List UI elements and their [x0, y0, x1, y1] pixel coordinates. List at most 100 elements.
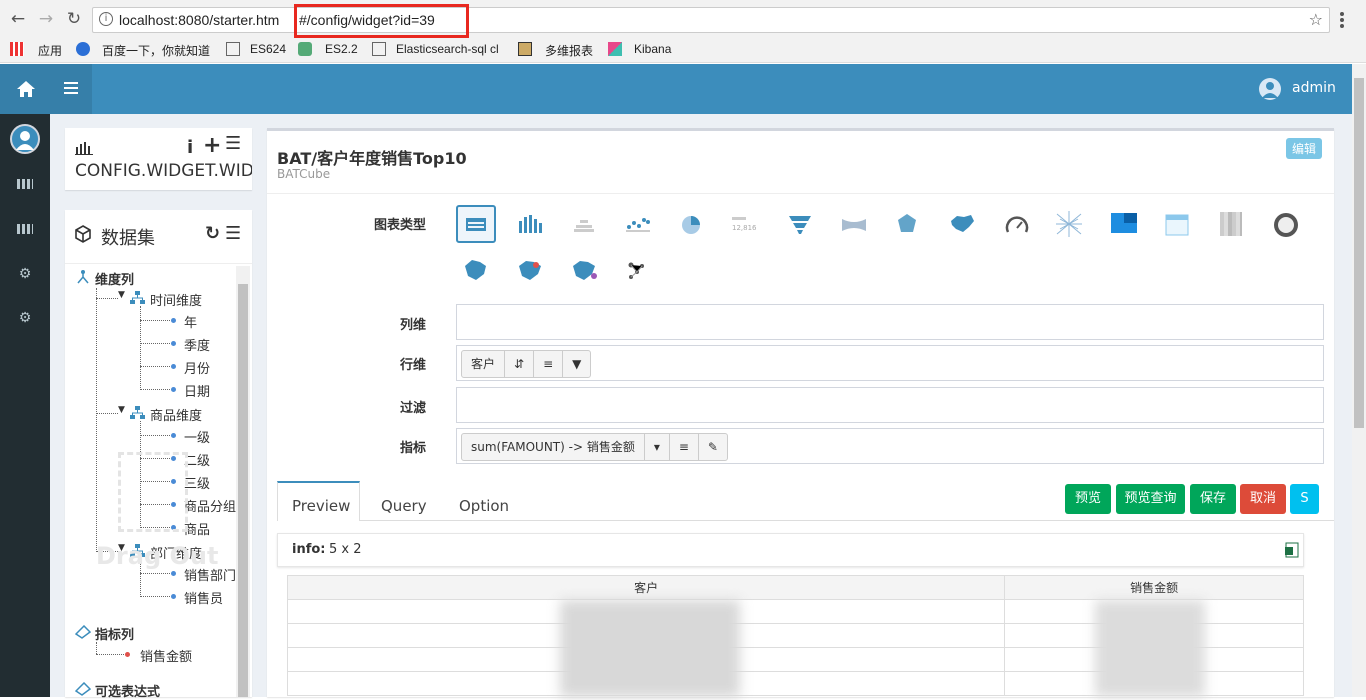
- align-icon[interactable]: ≡: [534, 351, 564, 377]
- kpi-icon[interactable]: 12,816: [732, 215, 760, 235]
- tab-query-label[interactable]: Query: [381, 497, 427, 515]
- username[interactable]: admin: [1292, 80, 1336, 96]
- tree-item-year[interactable]: 年: [184, 312, 197, 331]
- tree-group-time[interactable]: 时间维度: [150, 290, 202, 309]
- cube-icon: [75, 225, 91, 243]
- drag-out-zone: [118, 452, 188, 532]
- dataset-title: 数据集: [101, 228, 155, 249]
- caret-down-icon[interactable]: ▼: [118, 405, 125, 415]
- bookmark-es22[interactable]: ES2.2: [325, 42, 358, 56]
- calendar-icon[interactable]: [1165, 212, 1189, 236]
- cancel-button[interactable]: 取消: [1240, 484, 1286, 514]
- tree-item-product-group[interactable]: 商品分组: [184, 496, 236, 515]
- kibana-icon: [608, 42, 622, 56]
- info-icon[interactable]: i: [187, 137, 193, 158]
- scatter-map-icon[interactable]: [516, 258, 544, 282]
- tree-scrollbar-thumb[interactable]: [238, 284, 248, 697]
- tree-group-product[interactable]: 商品维度: [150, 405, 202, 424]
- apps-grid-icon[interactable]: [10, 42, 24, 56]
- column-dim-label: 列维: [399, 318, 426, 333]
- heat-map-geo-icon[interactable]: [570, 258, 600, 282]
- plus-icon[interactable]: +: [203, 133, 221, 158]
- scatter-icon[interactable]: [625, 215, 651, 233]
- tab-option-label[interactable]: Option: [459, 497, 509, 515]
- refresh-icon[interactable]: ↻: [205, 223, 220, 244]
- heatmap-icon[interactable]: [1111, 213, 1137, 233]
- info-icon[interactable]: i: [99, 12, 113, 26]
- row-dim-chip[interactable]: 客户 ⇵ ≡ ▼: [461, 350, 592, 378]
- edit-badge[interactable]: 编辑: [1286, 138, 1323, 159]
- relation-icon[interactable]: [626, 260, 648, 280]
- tree-item-month[interactable]: 月份: [184, 358, 210, 377]
- address-bar[interactable]: i localhost:8080/starter.htm #/config/wi…: [92, 7, 1330, 33]
- page-scrollbar-thumb[interactable]: [1354, 78, 1364, 428]
- hamburger-menu-icon[interactable]: [64, 82, 78, 94]
- tree-item-level1[interactable]: 一级: [184, 427, 210, 446]
- redacted-region: [560, 600, 740, 697]
- widgets-grid-icon[interactable]: [17, 224, 33, 234]
- list-icon[interactable]: ☰: [225, 133, 241, 154]
- sankey-icon[interactable]: [842, 218, 866, 232]
- filter-dropzone[interactable]: [456, 387, 1324, 423]
- area-map-icon[interactable]: [462, 258, 488, 282]
- drag-out-hint: Drag Out: [96, 542, 219, 570]
- forward-arrow-icon[interactable]: →: [36, 9, 56, 29]
- bar-chart-icon: [75, 142, 93, 155]
- caret-down-icon[interactable]: ▼: [118, 290, 125, 300]
- sidebar-avatar-icon[interactable]: [10, 124, 40, 154]
- bookmark-es624[interactable]: ES624: [250, 42, 286, 56]
- bookmark-multidim-report[interactable]: 多维报表: [545, 42, 593, 59]
- preview-button[interactable]: 预览: [1065, 484, 1111, 514]
- list-icon[interactable]: ☰: [225, 223, 241, 244]
- pie-icon[interactable]: [681, 215, 701, 235]
- bookmark-kibana[interactable]: Kibana: [634, 42, 671, 56]
- funnel-icon[interactable]: [789, 216, 811, 234]
- row-dim-dropzone[interactable]: 客户 ⇵ ≡ ▼: [456, 345, 1324, 381]
- menu-icon[interactable]: [1340, 12, 1344, 28]
- china-map-icon[interactable]: [949, 213, 975, 235]
- table-header-customer: 客户: [286, 575, 1006, 600]
- widget-list-box: i + ☰ CONFIG.WIDGET.WIDG: [65, 128, 252, 190]
- radar-icon[interactable]: [896, 213, 918, 235]
- caret-down-icon[interactable]: ▾: [645, 434, 670, 460]
- measure-sales-amount[interactable]: 销售金额: [140, 646, 192, 665]
- star-icon[interactable]: ☆: [1309, 10, 1323, 29]
- bar-chart-icon[interactable]: [518, 215, 542, 233]
- dashboard-grid-icon[interactable]: [17, 179, 33, 189]
- align-icon[interactable]: ≡: [670, 434, 699, 460]
- widget-title: BAT/客户年度销售Top10: [277, 149, 467, 168]
- gear-icon[interactable]: ⚙: [17, 310, 33, 326]
- edit-icon[interactable]: ✎: [699, 434, 727, 460]
- liquid-fill-icon[interactable]: [1273, 212, 1299, 238]
- tree-item-date[interactable]: 日期: [184, 381, 210, 400]
- gauge-icon[interactable]: [1005, 214, 1029, 236]
- treemap-icon[interactable]: [1220, 212, 1242, 236]
- word-cloud-icon[interactable]: [1054, 209, 1084, 239]
- s-button[interactable]: S: [1290, 484, 1319, 514]
- save-button[interactable]: 保存: [1190, 484, 1236, 514]
- filter-icon[interactable]: ▼: [563, 351, 590, 377]
- filter-label: 过滤: [399, 401, 426, 416]
- expression-header: 可选表达式: [95, 685, 161, 700]
- sort-icon[interactable]: ⇵: [505, 351, 535, 377]
- home-icon[interactable]: [16, 80, 36, 98]
- bookmark-apps[interactable]: 应用: [38, 42, 62, 59]
- table-chart-icon[interactable]: [456, 205, 496, 243]
- tree-item-quarter[interactable]: 季度: [184, 335, 210, 354]
- tab-preview-label[interactable]: Preview: [292, 497, 350, 515]
- excel-export-icon[interactable]: [1284, 542, 1300, 558]
- user-avatar-icon[interactable]: [1259, 78, 1281, 100]
- back-arrow-icon[interactable]: ←: [8, 9, 28, 29]
- bookmark-elasticsearch-sql[interactable]: Elasticsearch-sql cl: [396, 42, 504, 56]
- reload-icon[interactable]: ↻: [64, 9, 84, 29]
- stacked-bar-icon[interactable]: [572, 217, 596, 233]
- bookmark-baidu[interactable]: 百度一下，你就知道: [102, 42, 210, 59]
- tree-item-salesperson[interactable]: 销售员: [184, 588, 223, 607]
- dimension-header: 维度列: [95, 273, 135, 288]
- measure-chip[interactable]: sum(FAMOUNT) -> 销售金额 ▾ ≡ ✎: [461, 433, 728, 461]
- gear-icon[interactable]: ⚙: [17, 266, 33, 282]
- column-dim-dropzone[interactable]: [456, 304, 1324, 340]
- measure-dropzone[interactable]: sum(FAMOUNT) -> 销售金额 ▾ ≡ ✎: [456, 428, 1324, 464]
- ruler-icon: [75, 625, 91, 639]
- preview-query-button[interactable]: 预览查询: [1116, 484, 1185, 514]
